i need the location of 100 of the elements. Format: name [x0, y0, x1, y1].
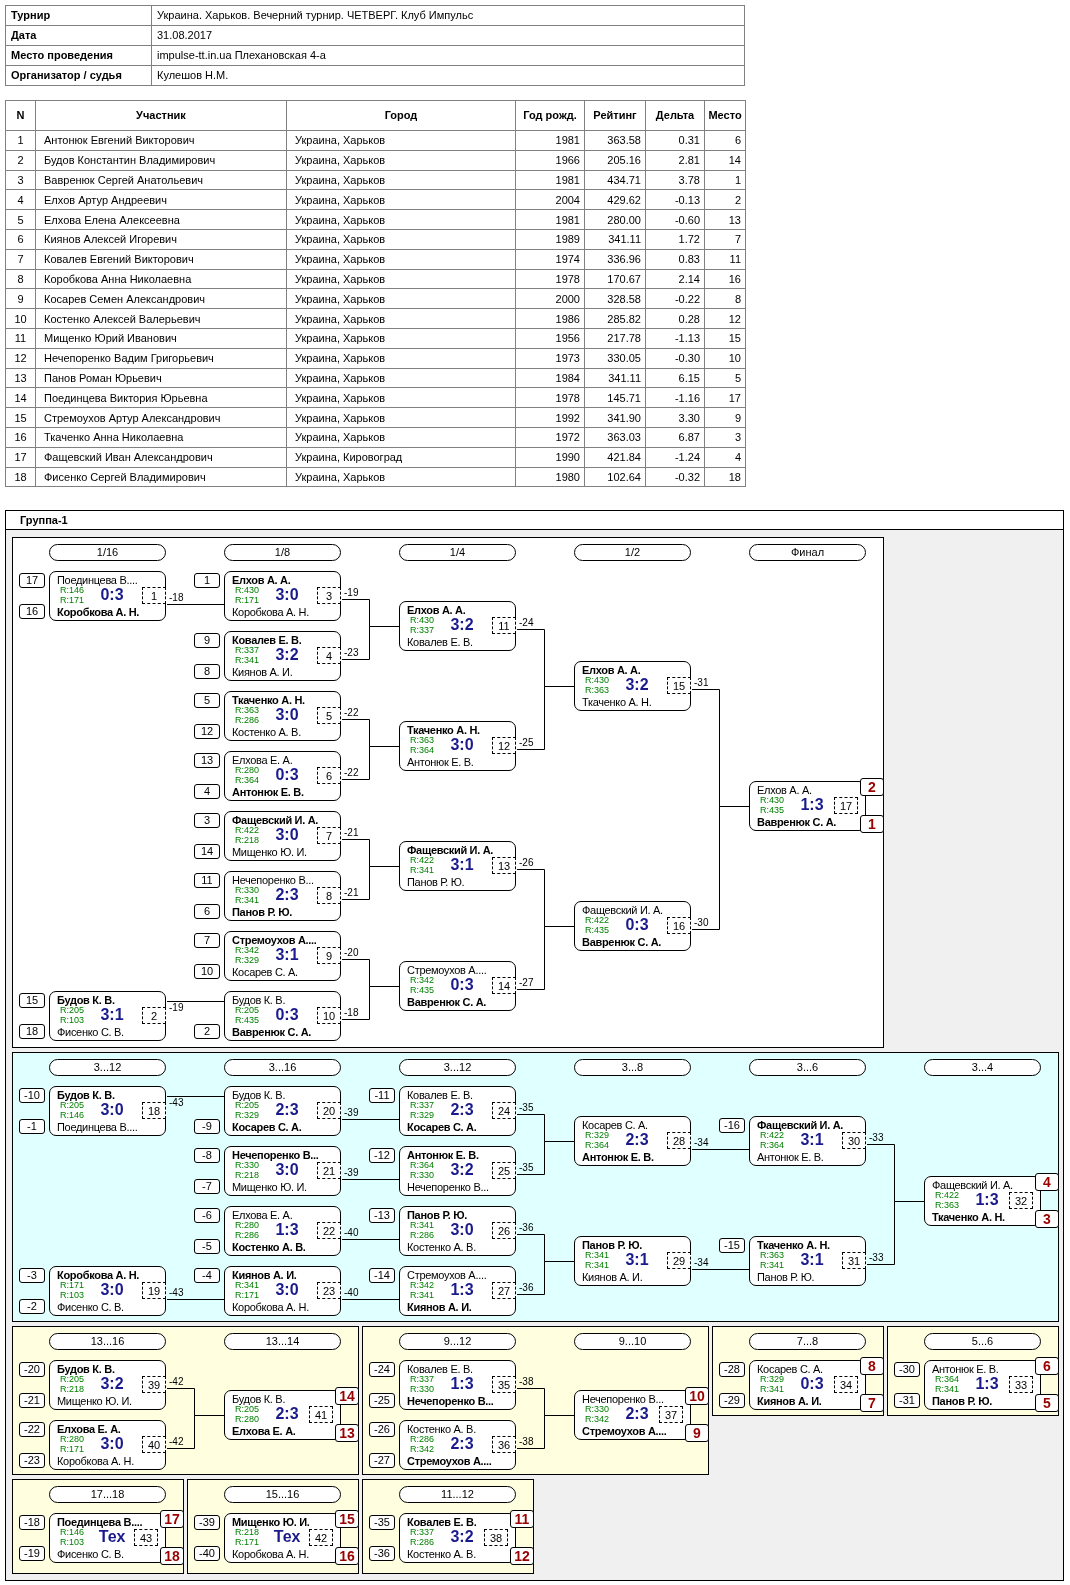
player-rating: R:435: [235, 1015, 260, 1025]
table-cell: 14: [704, 150, 746, 171]
table-cell: Косарев Семен Александрович: [35, 288, 287, 309]
player-name: Коробкова А. Н.: [57, 1454, 134, 1468]
table-cell: Мищенко Юрий Иванович: [35, 328, 287, 349]
seed-number: 6: [194, 904, 220, 919]
player-rating: R:364: [410, 745, 435, 755]
player-rating: R:103: [60, 1015, 85, 1025]
player-rating: R:171: [235, 1537, 260, 1547]
table-cell: 429.62: [584, 189, 646, 210]
player-name: Костенко А. В.: [407, 1240, 476, 1254]
table-cell: 1966: [515, 150, 585, 171]
player-rating: R:205: [235, 1404, 260, 1414]
group-title: Группа-1: [6, 511, 1063, 530]
player-rating: R:337: [410, 625, 435, 635]
match-number: 9: [317, 947, 341, 964]
column-header: Год рожд.: [515, 100, 585, 131]
info-label: Организатор / судья: [5, 65, 152, 86]
round-label: 3...4: [924, 1059, 1041, 1076]
match-score: 3:1: [624, 1250, 650, 1270]
match-number: 26: [492, 1222, 516, 1239]
loser-target: -43: [169, 1287, 184, 1298]
loser-target: -34: [694, 1137, 709, 1148]
seed-number: 8: [194, 664, 220, 679]
player-name: Поединцева В....: [57, 1515, 143, 1529]
table-cell: 1989: [515, 229, 585, 250]
table-cell: 0.28: [645, 308, 705, 329]
seed-number: -10: [19, 1088, 45, 1103]
player-name: Нечепоренко В...: [407, 1394, 494, 1408]
round-label: 13...14: [224, 1333, 341, 1350]
table-cell: 1972: [515, 427, 585, 448]
player-name: Будов К. В.: [232, 993, 286, 1007]
table-cell: -1.13: [645, 328, 705, 349]
table-cell: 421.84: [584, 447, 646, 468]
match-score: 3:0: [99, 1100, 125, 1120]
player-rating: R:430: [585, 675, 610, 685]
info-label: Место проведения: [5, 45, 152, 66]
player-name: Фащевский И. А.: [232, 813, 319, 827]
table-cell: Украина, Харьков: [286, 348, 516, 369]
seed-number: -21: [19, 1393, 45, 1408]
match-number: 12: [492, 737, 516, 754]
table-cell: 3: [704, 427, 746, 448]
player-name: Нечепоренко В...: [582, 1392, 664, 1406]
loser-target: -24: [519, 617, 534, 628]
seed-number: -12: [369, 1148, 395, 1163]
loser-target: -18: [344, 1007, 359, 1018]
match-number: 28: [667, 1132, 691, 1149]
table-cell: 14: [5, 387, 36, 408]
player-rating: R:341: [935, 1384, 960, 1394]
player-rating: R:342: [235, 945, 260, 955]
match-number: 39: [142, 1376, 166, 1393]
player-rating: R:171: [60, 1444, 85, 1454]
seed-number: 11: [194, 873, 220, 888]
table-cell: Коробкова Анна Николаевна: [35, 269, 287, 289]
loser-target: -23: [344, 647, 359, 658]
player-name: Фащевский И. А.: [582, 903, 663, 917]
table-cell: 336.96: [584, 249, 646, 270]
player-rating: R:218: [235, 1170, 260, 1180]
player-name: Косарев С. А.: [407, 1120, 477, 1134]
match-number: 36: [492, 1436, 516, 1453]
match-score: 1:3: [274, 1220, 300, 1240]
table-cell: 2: [5, 150, 36, 171]
match-score: 3:2: [449, 615, 475, 635]
match-number: 34: [834, 1376, 858, 1393]
player-rating: R:286: [235, 1230, 260, 1240]
table-cell: 330.05: [584, 348, 646, 369]
seed-number: -11: [369, 1088, 395, 1103]
table-cell: 205.16: [584, 150, 646, 171]
table-cell: 9: [5, 288, 36, 309]
seed-number: -8: [194, 1148, 220, 1163]
table-cell: 11: [5, 328, 36, 349]
table-cell: 170.67: [584, 269, 646, 289]
seed-number: -29: [719, 1393, 745, 1408]
player-name: Фисенко С. В.: [57, 1025, 124, 1039]
table-cell: Украина, Харьков: [286, 328, 516, 349]
loser-target: -35: [519, 1102, 534, 1113]
table-cell: 16: [704, 269, 746, 289]
table-cell: 8: [704, 288, 746, 309]
seed-number: 15: [19, 993, 45, 1008]
match-score: 3:2: [99, 1374, 125, 1394]
match-number: 8: [317, 887, 341, 904]
seed-number: -23: [19, 1453, 45, 1468]
info-label: Турнир: [5, 5, 152, 26]
player-rating: R:330: [235, 885, 260, 895]
match-score: 0:3: [100, 586, 125, 605]
player-rating: R:330: [410, 1170, 435, 1180]
player-rating: R:363: [410, 735, 435, 745]
seed-number: 9: [194, 633, 220, 648]
table-cell: 434.71: [584, 170, 646, 190]
player-name: Вавренюк С. А.: [582, 935, 662, 949]
player-name: Косарев С. А.: [232, 965, 298, 979]
player-rating: R:341: [760, 1384, 785, 1394]
table-cell: 6.15: [645, 368, 705, 388]
table-cell: 18: [704, 467, 746, 487]
player-name: Костенко А. В.: [232, 1240, 306, 1254]
player-name: Антонюк Е. В.: [232, 785, 304, 799]
table-cell: 17: [5, 447, 36, 468]
player-rating: R:329: [760, 1374, 785, 1384]
table-cell: 10: [5, 308, 36, 329]
table-cell: -0.60: [645, 209, 705, 230]
